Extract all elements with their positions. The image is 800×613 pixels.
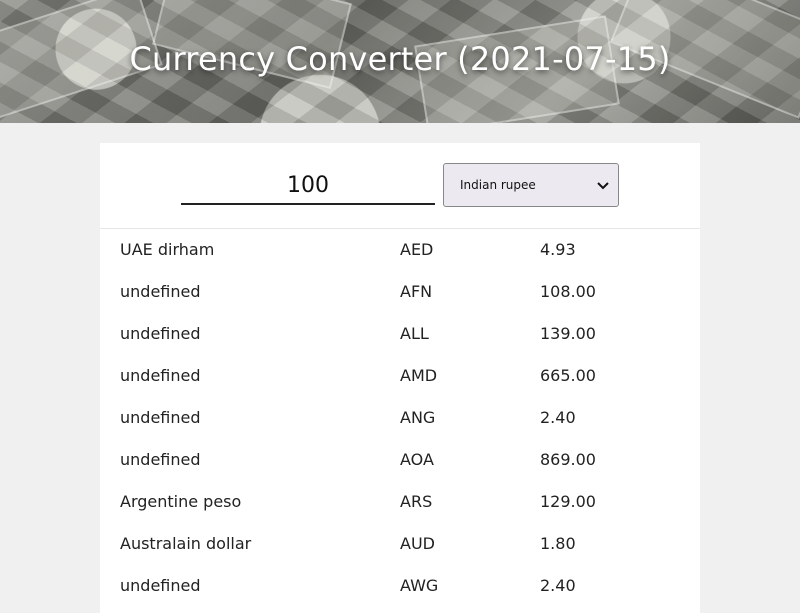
list-item: undefined AWG 2.40 [100, 565, 700, 607]
currency-rate: 129.00 [540, 492, 596, 511]
list-item: Australain dollar AUD 1.80 [100, 523, 700, 565]
currency-code: ALL [400, 324, 429, 343]
currency-code: AMD [400, 366, 438, 385]
list-item: undefined AFN 108.00 [100, 271, 700, 313]
currency-name: undefined [120, 408, 201, 427]
converter-card: Indian rupee UAE dirham AED 4.93 undefin… [100, 143, 700, 613]
list-item: Argentine peso ARS 129.00 [100, 481, 700, 523]
rates-list: UAE dirham AED 4.93 undefined AFN 108.00… [100, 229, 700, 607]
currency-code: ANG [400, 408, 436, 427]
currency-rate: 869.00 [540, 450, 596, 469]
chevron-down-icon [597, 182, 609, 190]
currency-select-value: Indian rupee [460, 178, 536, 192]
currency-rate: 108.00 [540, 282, 596, 301]
currency-rate: 2.40 [540, 408, 576, 427]
currency-name: undefined [120, 366, 201, 385]
list-item: undefined ANG 2.40 [100, 397, 700, 439]
currency-rate: 2.40 [540, 576, 576, 595]
currency-code: AWG [400, 576, 439, 595]
list-item: undefined ALL 139.00 [100, 313, 700, 355]
currency-name: undefined [120, 576, 201, 595]
currency-rate: 4.93 [540, 240, 576, 259]
page-title: Currency Converter (2021-07-15) [129, 40, 671, 78]
currency-name: undefined [120, 282, 201, 301]
currency-code: AFN [400, 282, 433, 301]
list-item: undefined AOA 869.00 [100, 439, 700, 481]
currency-code: ARS [400, 492, 433, 511]
currency-rate: 139.00 [540, 324, 596, 343]
currency-select[interactable]: Indian rupee [443, 163, 619, 207]
amount-input[interactable] [181, 167, 435, 205]
currency-name: UAE dirham [120, 240, 215, 259]
currency-code: AUD [400, 534, 435, 553]
list-item: undefined AMD 665.00 [100, 355, 700, 397]
currency-rate: 665.00 [540, 366, 596, 385]
currency-name: Argentine peso [120, 492, 242, 511]
currency-name: undefined [120, 450, 201, 469]
list-item: UAE dirham AED 4.93 [100, 229, 700, 271]
currency-name: undefined [120, 324, 201, 343]
currency-name: Australain dollar [120, 534, 252, 553]
currency-code: AED [400, 240, 434, 259]
currency-rate: 1.80 [540, 534, 576, 553]
header-banner: Currency Converter (2021-07-15) [0, 0, 800, 123]
currency-code: AOA [400, 450, 434, 469]
converter-controls: Indian rupee [100, 143, 700, 229]
